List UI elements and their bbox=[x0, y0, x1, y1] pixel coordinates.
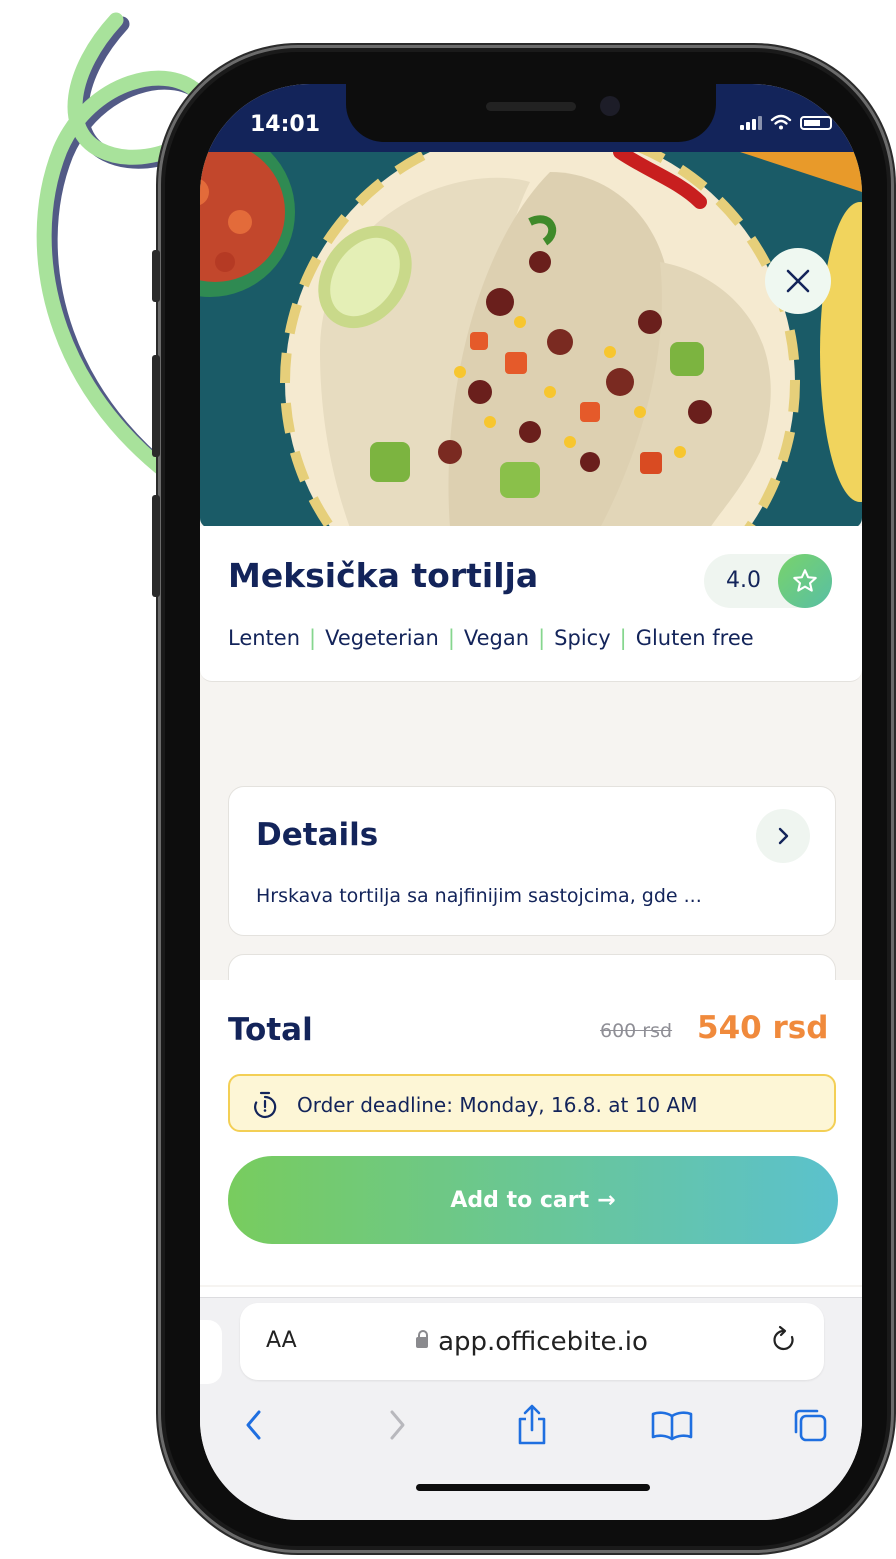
add-to-cart-button[interactable]: Add to cart → bbox=[228, 1156, 838, 1244]
details-title: Details bbox=[256, 817, 379, 853]
tabs-icon bbox=[794, 1409, 827, 1442]
timer-icon bbox=[254, 1091, 277, 1119]
star-icon bbox=[793, 569, 817, 592]
tag-separator: | bbox=[538, 626, 546, 650]
tag-separator: | bbox=[309, 626, 317, 650]
tag-vegan: Vegan bbox=[463, 626, 530, 650]
status-icons bbox=[740, 114, 832, 130]
url-value: app.officebite.io bbox=[438, 1327, 648, 1357]
taco-tortilla-photo bbox=[200, 152, 862, 528]
product-image bbox=[200, 152, 862, 528]
address-bar[interactable]: AA app.officebite.io bbox=[240, 1303, 824, 1380]
details-description: Hrskava tortilja sa najfinijim sastojcim… bbox=[256, 885, 702, 907]
browser-toolbar bbox=[200, 1395, 862, 1455]
rating-value: 4.0 bbox=[726, 568, 761, 593]
status-time: 14:01 bbox=[250, 112, 321, 137]
home-indicator bbox=[416, 1484, 650, 1491]
previous-tab-edge[interactable] bbox=[200, 1320, 222, 1384]
tabs-button[interactable] bbox=[780, 1395, 840, 1455]
bookmarks-button[interactable] bbox=[642, 1395, 702, 1455]
back-button[interactable] bbox=[224, 1395, 284, 1455]
reload-icon[interactable] bbox=[770, 1323, 802, 1359]
total-label: Total bbox=[228, 1012, 313, 1048]
status-bar: 14:01 bbox=[200, 84, 862, 154]
old-price: 600 rsd bbox=[600, 1020, 673, 1042]
chevron-right-icon bbox=[778, 827, 789, 845]
back-icon bbox=[246, 1410, 261, 1440]
order-deadline-banner: Order deadline: Monday, 16.8. at 10 AM bbox=[228, 1074, 836, 1132]
partial-content-card bbox=[200, 1287, 862, 1298]
product-title: Meksička tortilja bbox=[228, 556, 539, 595]
wifi-icon bbox=[770, 114, 792, 130]
rating-badge: 4.0 bbox=[704, 554, 832, 608]
book-icon bbox=[651, 1411, 693, 1441]
url-text[interactable]: app.officebite.io bbox=[240, 1327, 824, 1357]
add-to-cart-label: Add to cart bbox=[450, 1187, 590, 1213]
signal-icon bbox=[740, 116, 762, 130]
new-price: 540 rsd bbox=[697, 1010, 829, 1046]
details-expand-button[interactable] bbox=[756, 809, 810, 863]
speaker bbox=[486, 102, 576, 111]
order-sheet: Total 600 rsd 540 rsd Order deadline: Mo… bbox=[200, 980, 862, 1285]
front-camera bbox=[600, 96, 620, 116]
battery-icon bbox=[800, 116, 832, 130]
phone-screen: 14:01 Meksička tortilja 4.0 Lenten | Veg… bbox=[200, 84, 862, 1520]
details-card[interactable]: Details Hrskava tortilja sa najfinijim s… bbox=[228, 786, 836, 936]
lock-icon bbox=[416, 1330, 429, 1348]
close-icon bbox=[786, 269, 810, 293]
diet-tags: Lenten | Vegeterian | Vegan | Spicy | Gluten fre… bbox=[228, 626, 754, 650]
tag-lenten: Lenten bbox=[228, 626, 301, 650]
volume-up-button bbox=[152, 355, 160, 457]
tag-vegeterian: Vegeterian bbox=[325, 626, 439, 650]
close-button[interactable] bbox=[765, 248, 831, 314]
share-icon bbox=[518, 1404, 546, 1445]
browser-chrome: AA app.officebite.io bbox=[200, 1287, 862, 1520]
forward-icon bbox=[390, 1410, 405, 1440]
rating-star[interactable] bbox=[778, 554, 832, 608]
arrow-right-icon: → bbox=[597, 1187, 616, 1213]
mute-switch bbox=[152, 250, 160, 302]
forward-button[interactable] bbox=[367, 1395, 427, 1455]
tag-separator: | bbox=[619, 626, 627, 650]
share-button[interactable] bbox=[502, 1395, 562, 1455]
tag-spicy: Spicy bbox=[554, 626, 611, 650]
tag-gluten-free: Gluten free bbox=[635, 626, 754, 650]
product-card: Meksička tortilja 4.0 Lenten | Vegeterian |… bbox=[200, 526, 862, 682]
order-deadline-text: Order deadline: Monday, 16.8. at 10 AM bbox=[297, 1093, 698, 1117]
tag-separator: | bbox=[447, 626, 455, 650]
notch bbox=[346, 84, 716, 142]
volume-down-button bbox=[152, 495, 160, 597]
